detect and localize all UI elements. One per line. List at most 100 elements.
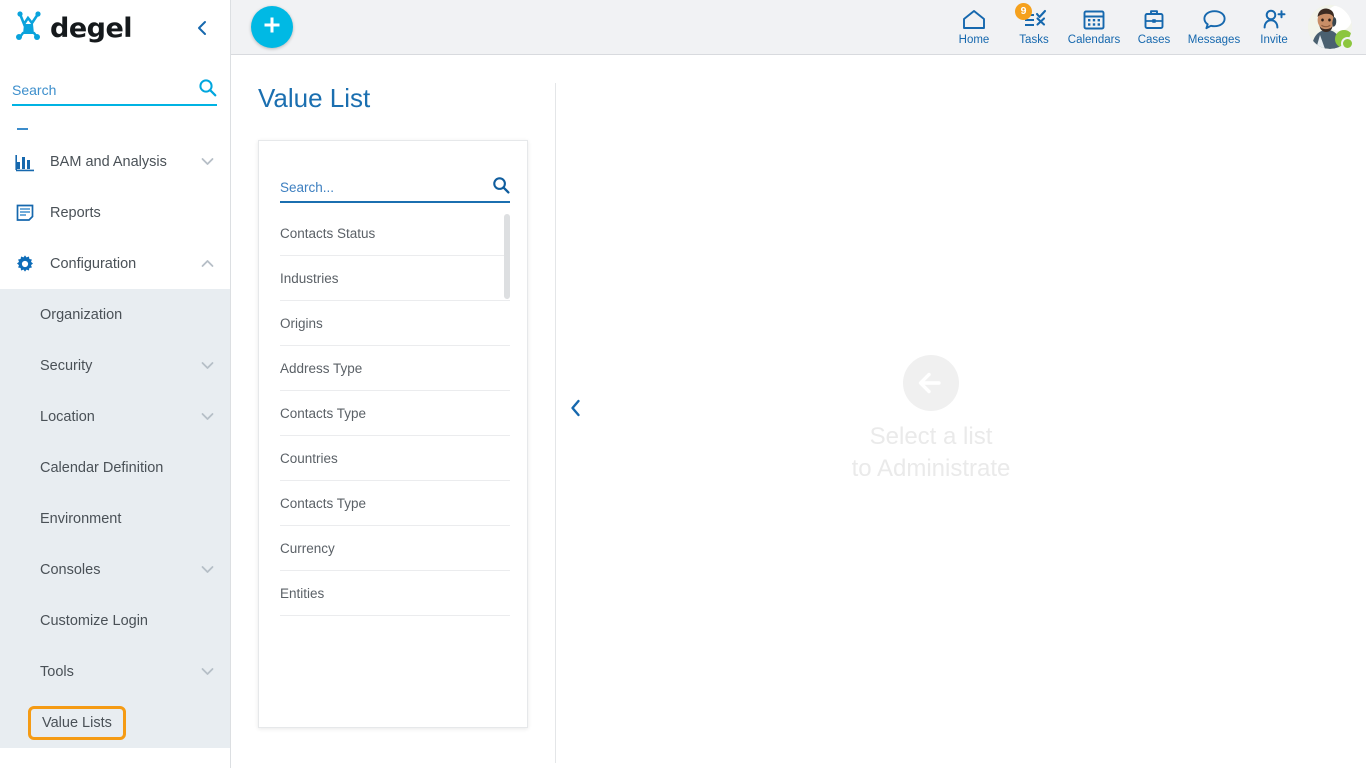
list-item-label: Industries: [280, 271, 339, 286]
list-item-label: Origins: [280, 316, 323, 331]
sidebar-menu: BAM and Analysis Reports: [0, 118, 230, 748]
bar-chart-icon: [14, 151, 36, 173]
sidebar-item-location[interactable]: Location: [0, 391, 230, 442]
sidebar-subitem-label: Security: [40, 358, 92, 374]
chevron-left-icon: [569, 399, 582, 417]
nav-item-label: Invite: [1260, 34, 1288, 46]
app-root: degel Search: [0, 0, 1366, 768]
sidebar-subitem-label: Customize Login: [40, 613, 148, 629]
gear-icon: [14, 253, 36, 275]
sidebar-item-organization[interactable]: Organization: [0, 289, 230, 340]
degel-mark-icon: [14, 10, 48, 47]
sidebar-item-label: BAM and Analysis: [50, 154, 167, 170]
briefcase-icon: [1142, 7, 1166, 33]
sidebar-item-partial[interactable]: [0, 118, 230, 136]
list-scrollbar[interactable]: [504, 214, 510, 634]
tasks-badge: 9: [1015, 3, 1032, 20]
list-scrollbar-thumb[interactable]: [504, 214, 510, 299]
list-item[interactable]: Countries: [280, 436, 510, 481]
nav-item-label: Calendars: [1068, 34, 1120, 46]
chevron-down-icon[interactable]: [201, 357, 214, 375]
plus-icon: [261, 14, 283, 41]
value-list-search-placeholder: Search...: [280, 180, 334, 199]
chat-bubble-icon: [1202, 7, 1227, 33]
sidebar-collapse-button[interactable]: [192, 18, 212, 38]
sidebar-item-environment[interactable]: Environment: [0, 493, 230, 544]
nav-item-messages[interactable]: Messages: [1184, 2, 1244, 54]
value-list-card: Search... Contacts Status Industries Ori…: [258, 140, 528, 728]
search-icon[interactable]: [198, 78, 217, 104]
header-nav: Home 9 Tasks: [944, 0, 1356, 55]
nav-item-cases[interactable]: Cases: [1124, 2, 1184, 54]
sidebar-item-calendar-definition[interactable]: Calendar Definition: [0, 442, 230, 493]
list-item[interactable]: Industries: [280, 256, 510, 301]
sidebar-item-reports[interactable]: Reports: [0, 187, 230, 238]
nav-item-label: Tasks: [1019, 34, 1048, 46]
avatar[interactable]: [1308, 5, 1354, 51]
configuration-submenu: Organization Security Location: [0, 289, 230, 748]
empty-state-line2: to Administrate: [852, 453, 1011, 485]
add-new-button[interactable]: [251, 6, 293, 48]
list-item-label: Contacts Status: [280, 226, 375, 241]
empty-state: Select a list to Administrate: [731, 355, 1131, 486]
list-item[interactable]: Entities: [280, 571, 510, 616]
empty-state-text: Select a list to Administrate: [852, 421, 1011, 486]
sidebar-subitem-label: Environment: [40, 511, 121, 527]
top-header-bar: Home 9 Tasks: [231, 0, 1366, 55]
page-title: Value List: [258, 83, 370, 114]
sidebar: degel Search: [0, 0, 231, 768]
brand-logo[interactable]: degel: [14, 10, 132, 47]
list-item-label: Countries: [280, 451, 338, 466]
sidebar-item-label: Configuration: [50, 256, 136, 272]
partial-icon: [14, 118, 36, 136]
list-item[interactable]: Contacts Type: [280, 391, 510, 436]
list-item[interactable]: Contacts Status: [280, 211, 510, 256]
chevron-left-icon: [196, 20, 208, 36]
chevron-down-icon[interactable]: [201, 663, 214, 681]
list-item-label: Entities: [280, 586, 324, 601]
sidebar-subitem-label: Value Lists: [28, 706, 126, 740]
empty-state-line1: Select a list: [852, 421, 1011, 453]
arrow-left-circle-icon: [903, 355, 959, 411]
value-list-search-input[interactable]: Search...: [280, 177, 510, 203]
nav-item-tasks[interactable]: 9 Tasks: [1004, 2, 1064, 54]
sidebar-item-value-lists[interactable]: Value Lists: [0, 697, 230, 748]
nav-item-calendars[interactable]: Calendars: [1064, 2, 1124, 54]
nav-item-home[interactable]: Home: [944, 2, 1004, 54]
home-icon: [961, 7, 987, 33]
sidebar-item-configuration[interactable]: Configuration: [0, 238, 230, 289]
chevron-up-icon[interactable]: [201, 255, 214, 273]
sidebar-search-placeholder: Search: [12, 82, 56, 101]
chevron-down-icon[interactable]: [201, 561, 214, 579]
list-item[interactable]: Contacts Type: [280, 481, 510, 526]
list-item-label: Contacts Type: [280, 406, 366, 421]
sidebar-search-input[interactable]: Search: [12, 78, 217, 106]
sidebar-item-label: Reports: [50, 205, 101, 221]
sidebar-subitem-label: Calendar Definition: [40, 460, 163, 476]
sidebar-subitem-label: Organization: [40, 307, 122, 323]
value-list-items: Contacts Status Industries Origins Addre…: [280, 211, 510, 641]
sidebar-item-tools[interactable]: Tools: [0, 646, 230, 697]
main-content: Value List Search... Contacts Status Ind…: [231, 55, 1366, 768]
list-item[interactable]: Address Type: [280, 346, 510, 391]
search-icon[interactable]: [492, 176, 510, 202]
brand-name: degel: [50, 13, 132, 44]
chevron-down-icon[interactable]: [201, 153, 214, 171]
list-item-label: Address Type: [280, 361, 362, 376]
list-item-label: Contacts Type: [280, 496, 366, 511]
nav-item-label: Cases: [1138, 34, 1171, 46]
sidebar-item-bam-and-analysis[interactable]: BAM and Analysis: [0, 136, 230, 187]
sidebar-item-security[interactable]: Security: [0, 340, 230, 391]
person-add-icon: [1261, 7, 1287, 33]
calendar-icon: [1082, 7, 1106, 33]
chevron-down-icon[interactable]: [201, 408, 214, 426]
online-status-dot: [1341, 37, 1354, 50]
list-item[interactable]: Currency: [280, 526, 510, 571]
sidebar-subitem-label: Tools: [40, 664, 74, 680]
list-item[interactable]: Origins: [280, 301, 510, 346]
sidebar-item-consoles[interactable]: Consoles: [0, 544, 230, 595]
panel-collapse-button[interactable]: [565, 397, 585, 419]
sidebar-item-customize-login[interactable]: Customize Login: [0, 595, 230, 646]
panel-divider: [555, 83, 556, 763]
nav-item-invite[interactable]: Invite: [1244, 2, 1304, 54]
